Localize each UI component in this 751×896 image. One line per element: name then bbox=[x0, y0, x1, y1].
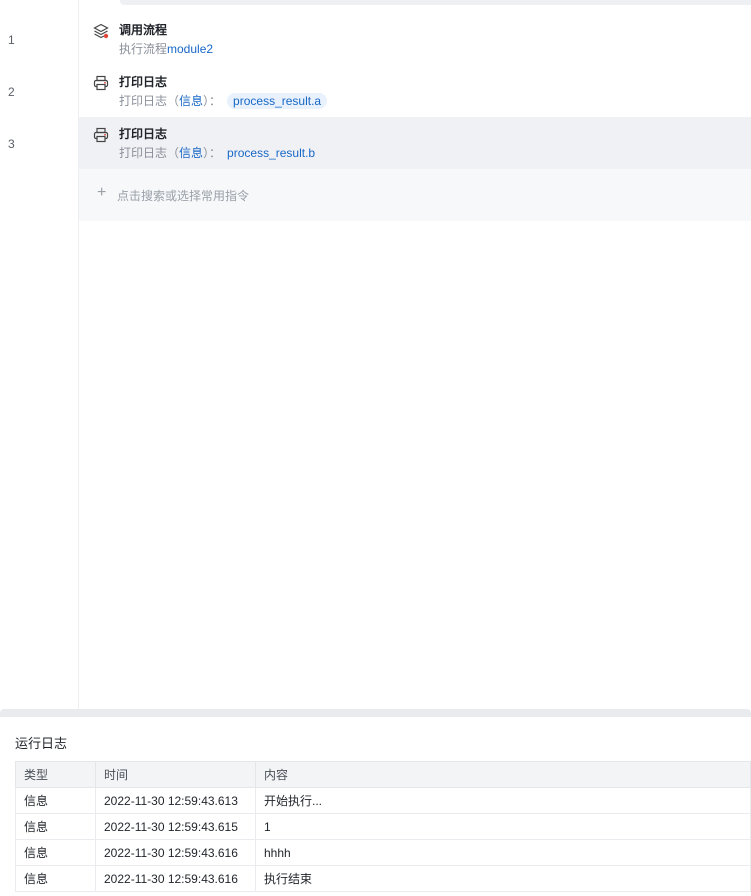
add-instruction-row[interactable]: + 点击搜索或选择常用指令 bbox=[79, 169, 751, 221]
log-time: 2022-11-30 12:59:43.613 bbox=[95, 787, 256, 814]
log-panel-title: 运行日志 bbox=[15, 736, 68, 751]
instruction-row-print-log-selected[interactable]: 打印日志 打印日志（ 信息）： process_result.b bbox=[79, 117, 751, 169]
log-type: 信息 bbox=[15, 813, 96, 840]
desc-suffix: ）： bbox=[203, 146, 222, 160]
instruction-list: 调用流程 执行流程 module2 打印日志 打印日志（ 信息）： process… bbox=[79, 13, 751, 221]
flow-module-link[interactable]: module2 bbox=[167, 42, 213, 56]
instruction-row-print-log[interactable]: 打印日志 打印日志（ 信息）： process_result.a bbox=[79, 65, 751, 117]
variable-value[interactable]: process_result.b bbox=[227, 146, 315, 160]
instruction-desc: 执行流程 module2 bbox=[119, 40, 213, 57]
instruction-row-call-flow[interactable]: 调用流程 执行流程 module2 bbox=[79, 13, 751, 65]
log-table: 类型 时间 内容 信息 2022-11-30 12:59:43.613 开始执行… bbox=[15, 761, 751, 892]
log-type: 信息 bbox=[15, 839, 96, 866]
variable-chip[interactable]: process_result.a bbox=[227, 92, 328, 109]
log-content: hhhh bbox=[255, 839, 751, 866]
table-row: 信息 2022-11-30 12:59:43.616 执行结束 bbox=[15, 865, 751, 892]
log-time: 2022-11-30 12:59:43.615 bbox=[95, 813, 256, 840]
log-level: 信息 bbox=[179, 146, 204, 160]
add-instruction-placeholder: 点击搜索或选择常用指令 bbox=[117, 189, 250, 203]
column-header-type: 类型 bbox=[15, 761, 96, 788]
log-content: 开始执行... bbox=[255, 787, 751, 814]
plus-icon: + bbox=[97, 184, 107, 201]
printer-icon bbox=[93, 75, 109, 91]
line-number: 3 bbox=[8, 137, 15, 151]
log-content: 执行结束 bbox=[255, 865, 751, 892]
desc-prefix: 打印日志（ bbox=[119, 94, 180, 108]
panel-resize-handle[interactable] bbox=[0, 709, 751, 717]
table-header-row: 类型 时间 内容 bbox=[15, 761, 751, 788]
line-number: 1 bbox=[8, 33, 15, 47]
column-header-time: 时间 bbox=[95, 761, 256, 788]
line-number: 2 bbox=[8, 85, 15, 99]
desc-prefix: 执行流程 bbox=[119, 42, 168, 56]
column-header-content: 内容 bbox=[255, 761, 751, 788]
desc-prefix: 打印日志（ bbox=[119, 146, 180, 160]
instruction-desc: 打印日志（ 信息）： process_result.b bbox=[119, 144, 315, 161]
instruction-title: 打印日志 bbox=[119, 75, 168, 89]
table-row: 信息 2022-11-30 12:59:43.616 hhhh bbox=[15, 839, 751, 866]
log-type: 信息 bbox=[15, 865, 96, 892]
log-time: 2022-11-30 12:59:43.616 bbox=[95, 865, 256, 892]
layers-icon bbox=[93, 23, 109, 39]
log-content: 1 bbox=[255, 813, 751, 840]
line-gutter: 1 2 3 bbox=[0, 0, 79, 709]
run-log-panel: 运行日志 类型 时间 内容 信息 2022-11-30 12:59:43.613… bbox=[0, 717, 751, 896]
log-level: 信息 bbox=[179, 94, 204, 108]
log-time: 2022-11-30 12:59:43.616 bbox=[95, 839, 256, 866]
table-row: 信息 2022-11-30 12:59:43.615 1 bbox=[15, 813, 751, 840]
instruction-desc: 打印日志（ 信息）： process_result.a bbox=[119, 92, 328, 109]
flow-editor: 1 2 3 调用流程 执行流程 module2 打印日志 打印日志（ 信息 ）：… bbox=[0, 0, 751, 709]
log-type: 信息 bbox=[15, 787, 96, 814]
table-row: 信息 2022-11-30 12:59:43.613 开始执行... bbox=[15, 787, 751, 814]
instruction-title: 调用流程 bbox=[119, 23, 168, 37]
desc-suffix: ）： bbox=[203, 94, 222, 108]
instruction-title: 打印日志 bbox=[119, 127, 168, 141]
printer-icon bbox=[93, 127, 109, 143]
